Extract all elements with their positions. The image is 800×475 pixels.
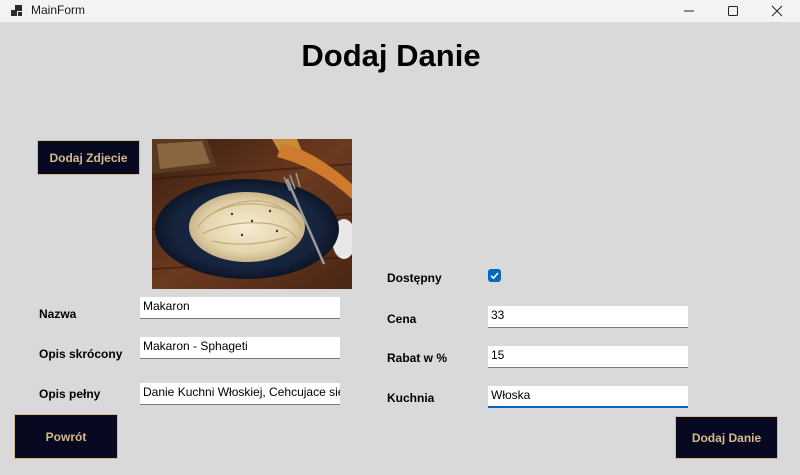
short-desc-field[interactable]: Makaron - Sphageti — [140, 337, 340, 359]
cuisine-label: Kuchnia — [387, 391, 435, 405]
discount-label: Rabat w % — [387, 351, 448, 365]
full-desc-label: Opis pełny — [39, 387, 101, 401]
name-label: Nazwa — [39, 307, 77, 321]
maximize-icon — [728, 6, 738, 16]
page-title: Dodaj Danie — [301, 38, 481, 73]
close-button[interactable] — [754, 0, 800, 22]
full-desc-field[interactable]: Danie Kuchni Włoskiej, Cehcujace się — [140, 383, 340, 405]
discount-field[interactable]: 15 — [488, 346, 688, 368]
dish-photo — [152, 139, 352, 289]
price-label: Cena — [387, 312, 417, 326]
minimize-button[interactable] — [666, 0, 712, 22]
add-photo-button[interactable]: Dodaj Zdjecie — [37, 140, 140, 175]
price-field[interactable]: 33 — [488, 306, 688, 328]
title-bar: MainForm — [0, 0, 800, 22]
cuisine-field[interactable]: Włoska — [488, 386, 688, 408]
check-icon — [490, 272, 499, 280]
maximize-button[interactable] — [710, 0, 756, 22]
available-checkbox[interactable] — [488, 269, 501, 282]
back-button[interactable]: Powrót — [14, 414, 118, 459]
name-field[interactable]: Makaron — [140, 297, 340, 319]
available-label: Dostępny — [387, 271, 442, 285]
close-icon — [771, 5, 783, 17]
short-desc-label: Opis skrócony — [39, 347, 123, 361]
app-window-icon — [11, 5, 22, 16]
window-title: MainForm — [31, 3, 86, 17]
minimize-icon — [684, 10, 694, 12]
add-dish-button[interactable]: Dodaj Danie — [675, 416, 778, 459]
